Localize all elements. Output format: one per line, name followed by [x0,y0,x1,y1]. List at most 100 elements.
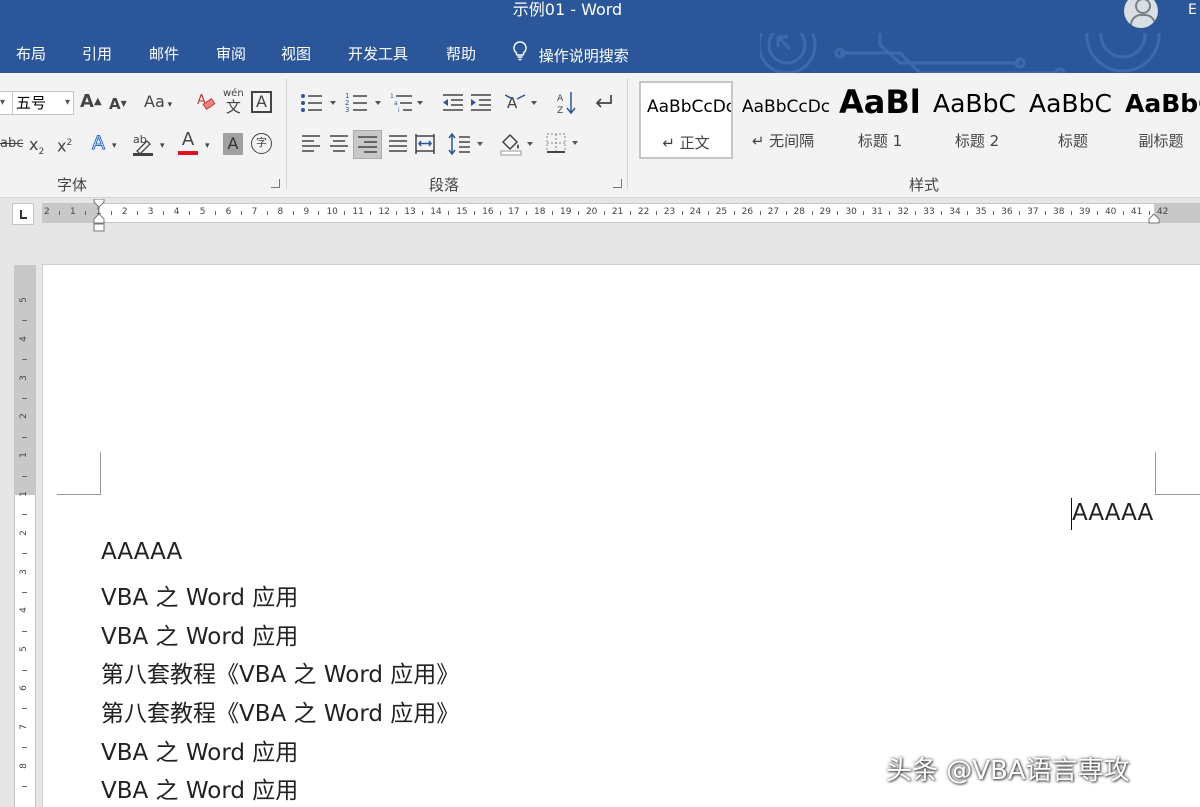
document-line[interactable]: VBA 之 Word 应用 [101,617,298,651]
ruler-tick-label: 4 [18,607,29,614]
font-color-button[interactable]: A [178,130,198,155]
font-dialog-launcher-icon[interactable] [271,179,280,188]
crop-mark [100,452,102,494]
enclose-characters-icon[interactable]: 字 [251,133,272,154]
style-heading-1[interactable]: AaBl 标题 1 [833,81,927,159]
phonetic-guide-icon[interactable]: wén 文 [223,89,244,116]
ruler-tick-mark [1148,211,1150,215]
styles-group-label: 样式 [909,176,940,194]
highlight-icon[interactable]: ab [131,131,157,162]
document-line[interactable]: VBA 之 Word 应用 [101,771,298,805]
paragraph-dialog-launcher-icon[interactable] [613,179,622,188]
ruler-tick-mark [500,211,502,215]
tab-developer[interactable]: 开发工具 [348,43,408,64]
chinese-layout-icon[interactable]: A [504,91,541,120]
ruler-tick-mark [370,211,372,215]
numbering-icon[interactable]: 123 [345,91,385,120]
ruler-tick-mark [188,211,190,215]
ruler-tick-mark [22,320,27,322]
paragraph-shading-icon[interactable] [499,130,539,161]
ruler-tick-mark [811,211,813,215]
ruler-tick-mark [22,436,27,438]
ruler-tick-label: 7 [251,207,258,217]
font-size-value: 五号 [16,94,47,112]
document-line[interactable]: 第八套教程《VBA 之 Word 应用》 [101,655,459,689]
decrease-indent-icon[interactable] [441,91,465,120]
style-name: 标题 1 [857,132,903,150]
increase-indent-icon[interactable] [469,91,493,120]
group-divider [286,79,287,189]
account-avatar-icon[interactable] [1124,0,1158,28]
document-line[interactable]: 第八套教程《VBA 之 Word 应用》 [101,694,459,728]
tab-layout[interactable]: 布局 [16,43,46,64]
style-subtitle[interactable]: AaBbC 副标题 [1122,81,1200,159]
horizontal-ruler[interactable]: 2 1 1 2 3 4 5 6 7 8 9 10 11 12 13 14 15 16 17 18 19 20 21 22 23 2… [42,199,1200,232]
document-line[interactable]: AAAAA [101,539,182,565]
style-title[interactable]: AaBbC 标题 [1026,81,1120,159]
share-button[interactable]: E [1188,2,1197,18]
ruler-tick-mark [1096,211,1098,215]
character-shading-icon[interactable]: A [223,133,243,155]
ruler-tick-label: 37 [1027,207,1039,217]
sort-icon[interactable]: AZ [556,90,578,121]
chevron-down-icon[interactable]: ▾ [112,136,117,156]
style-heading-2[interactable]: AaBbC 标题 2 [930,81,1024,159]
tab-references[interactable]: 引用 [82,43,112,64]
strikethrough-icon[interactable]: abc [0,134,23,154]
line-spacing-icon[interactable] [448,132,488,161]
svg-text:A: A [557,94,564,104]
character-border-icon[interactable]: A [251,91,272,113]
shrink-font-icon[interactable]: A▼ [109,94,127,114]
document-line[interactable]: VBA 之 Word 应用 [101,733,298,767]
align-right-button[interactable] [353,130,382,159]
superscript-icon[interactable]: x2 [57,133,72,156]
font-name-box[interactable]: ▾ [0,91,12,115]
tab-mailings[interactable]: 邮件 [149,43,179,64]
tell-me-label: 操作说明搜索 [538,47,629,65]
grow-font-icon[interactable]: A▲ [80,92,102,112]
tab-selector-button[interactable] [12,203,34,225]
chevron-down-icon[interactable]: ▾ [205,136,210,156]
document-line[interactable]: VBA 之 Word 应用 [101,578,298,612]
ruler-tick-label: 2 [18,529,29,536]
right-aligned-text[interactable]: AAAAA [1072,500,1153,526]
ruler-tick-mark [629,211,631,215]
style-name: 副标题 [1138,132,1184,150]
tell-me-search[interactable]: 操作说明搜索 [512,41,629,66]
vertical-ruler[interactable]: 5 4 3 2 1 1 2 3 4 5 6 7 8 [14,265,36,807]
style-no-spacing[interactable]: AaBbCcDc ↵ 无间隔 [736,81,830,159]
ruler-tick-mark [552,211,554,215]
tab-review[interactable]: 审阅 [216,43,246,64]
bullets-icon[interactable] [300,91,340,120]
align-left-icon[interactable] [300,132,322,161]
clear-formatting-icon[interactable]: A [196,91,218,118]
borders-icon[interactable] [545,131,585,160]
show-marks-icon[interactable] [593,91,615,120]
style-preview: AaBbC [1125,89,1200,118]
distributed-icon[interactable] [414,132,436,161]
ruler-tick-label: 40 [1104,207,1117,217]
multilevel-list-icon[interactable]: 1ai [390,91,430,120]
font-size-box[interactable]: 五号 ▾ [12,91,74,115]
tab-help[interactable]: 帮助 [446,43,476,64]
ruler-tick-mark [785,211,787,215]
ruler-tick-mark [110,211,112,215]
ruler-tick-mark [318,211,320,215]
subscript-icon[interactable]: x2 [29,135,44,162]
chevron-down-icon[interactable]: ▾ [160,136,165,156]
ruler-tick-mark [22,553,27,555]
ruler-tick-label: 39 [1079,207,1091,217]
justify-icon[interactable] [387,132,409,161]
ruler-tick-label: 18 [534,207,546,217]
ruler-tick-label: 8 [18,762,29,769]
style-normal[interactable]: AaBbCcDc ↵ 正文 [639,81,733,159]
change-case-button[interactable]: Aa ▾ [144,92,172,115]
align-center-icon[interactable] [328,132,350,161]
ruler-tick-mark [863,211,865,215]
tab-view[interactable]: 视图 [281,43,311,64]
ruler-tick-mark [1122,211,1124,215]
ruler-tick-mark [681,211,683,215]
text-effects-icon[interactable]: A [92,133,106,154]
text-cursor [1071,498,1072,530]
align-right-icon [358,136,377,153]
